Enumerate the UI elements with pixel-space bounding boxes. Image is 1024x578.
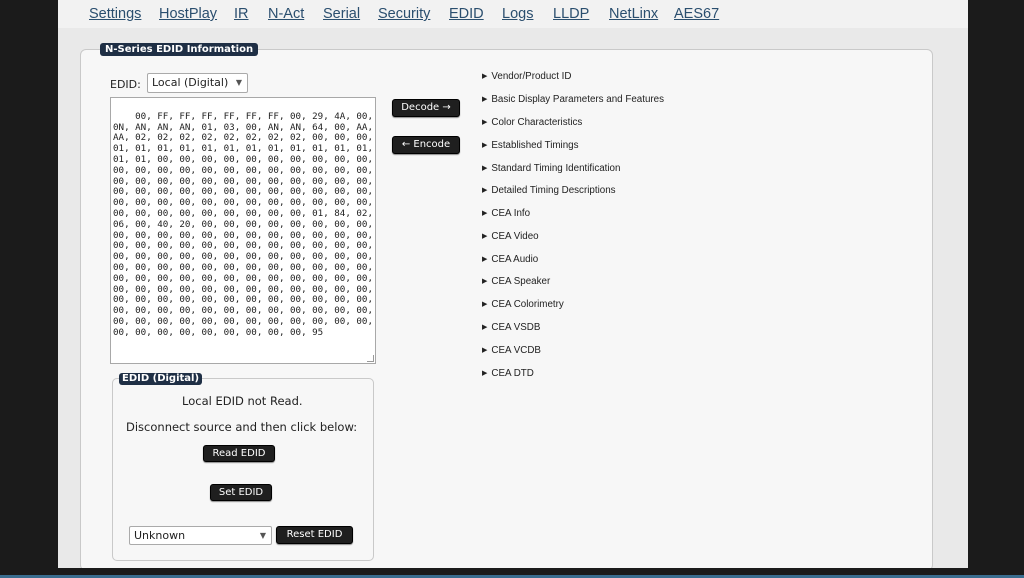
encode-button[interactable]: ← Encode: [392, 136, 460, 154]
nav-settings[interactable]: Settings: [89, 6, 141, 22]
section-basic-display[interactable]: ▶ Basic Display Parameters and Features: [482, 94, 664, 105]
set-edid-button[interactable]: Set EDID: [210, 484, 272, 501]
chevron-down-icon: ▼: [235, 78, 242, 87]
edid-information-legend: N-Series EDID Information: [100, 43, 259, 56]
section-cea-colorimetry[interactable]: ▶ CEA Colorimetry: [482, 299, 564, 310]
edid-source-value: Local (Digital): [152, 76, 229, 89]
nav-edid[interactable]: EDID: [449, 6, 484, 22]
nav-aes67[interactable]: AES67: [674, 6, 719, 22]
decode-button[interactable]: Decode →: [392, 99, 460, 117]
nav-lldp[interactable]: LLDP: [553, 6, 589, 22]
section-cea-info[interactable]: ▶ CEA Info: [482, 208, 530, 219]
edid-source-select[interactable]: Local (Digital) ▼: [147, 73, 248, 93]
read-edid-button[interactable]: Read EDID: [203, 445, 275, 462]
chevron-down-icon: ▼: [259, 531, 266, 540]
expand-triangle-icon: ▶: [482, 96, 488, 103]
reset-edid-button[interactable]: Reset EDID: [276, 526, 353, 544]
bottom-bar: [0, 568, 1024, 578]
section-detailed-timing[interactable]: ▶ Detailed Timing Descriptions: [482, 185, 616, 196]
expand-triangle-icon: ▶: [482, 233, 488, 240]
section-cea-speaker[interactable]: ▶ CEA Speaker: [482, 276, 550, 287]
edid-status-text: Local EDID not Read.: [182, 394, 303, 408]
section-cea-dtd[interactable]: ▶ CEA DTD: [482, 368, 534, 379]
edid-preset-value: Unknown: [134, 529, 186, 542]
section-cea-video[interactable]: ▶ CEA Video: [482, 231, 539, 242]
expand-triangle-icon: ▶: [482, 347, 488, 354]
nav-logs[interactable]: Logs: [502, 6, 533, 22]
section-established-timings[interactable]: ▶ Established Timings: [482, 140, 579, 151]
expand-triangle-icon: ▶: [482, 278, 488, 285]
section-cea-vcdb[interactable]: ▶ CEA VCDB: [482, 345, 541, 356]
section-cea-vsdb[interactable]: ▶ CEA VSDB: [482, 322, 540, 333]
edid-hex-content: 00, FF, FF, FF, FF, FF, FF, 00, 29, 4A, …: [113, 110, 373, 338]
expand-triangle-icon: ▶: [482, 119, 488, 126]
right-margin: [968, 0, 1024, 578]
top-nav: Settings HostPlay IR N-Act Serial Securi…: [58, 0, 968, 28]
left-margin: [0, 0, 58, 578]
edid-select-label: EDID:: [110, 78, 141, 91]
expand-triangle-icon: ▶: [482, 142, 488, 149]
expand-triangle-icon: ▶: [482, 301, 488, 308]
resize-grip-icon[interactable]: [367, 355, 374, 362]
edid-preset-select[interactable]: Unknown ▼: [129, 526, 272, 545]
expand-triangle-icon: ▶: [482, 187, 488, 194]
edid-digital-legend: EDID (Digital): [119, 373, 203, 385]
expand-triangle-icon: ▶: [482, 324, 488, 331]
section-cea-audio[interactable]: ▶ CEA Audio: [482, 254, 538, 265]
expand-triangle-icon: ▶: [482, 73, 488, 80]
nav-netlinx[interactable]: NetLinx: [609, 6, 658, 22]
expand-triangle-icon: ▶: [482, 165, 488, 172]
section-vendor-product-id[interactable]: ▶ Vendor/Product ID: [482, 71, 571, 82]
expand-triangle-icon: ▶: [482, 210, 488, 217]
nav-serial[interactable]: Serial: [323, 6, 360, 22]
nav-ir[interactable]: IR: [234, 6, 249, 22]
expand-triangle-icon: ▶: [482, 256, 488, 263]
section-standard-timing[interactable]: ▶ Standard Timing Identification: [482, 163, 620, 174]
section-color-characteristics[interactable]: ▶ Color Characteristics: [482, 117, 582, 128]
expand-triangle-icon: ▶: [482, 370, 488, 377]
page-content: Settings HostPlay IR N-Act Serial Securi…: [58, 0, 968, 571]
edid-hex-textarea[interactable]: 00, FF, FF, FF, FF, FF, FF, 00, 29, 4A, …: [110, 97, 376, 364]
nav-hostplay[interactable]: HostPlay: [159, 6, 217, 22]
nav-n-act[interactable]: N-Act: [268, 6, 304, 22]
nav-security[interactable]: Security: [378, 6, 430, 22]
edid-instruction-text: Disconnect source and then click below:: [126, 420, 358, 434]
